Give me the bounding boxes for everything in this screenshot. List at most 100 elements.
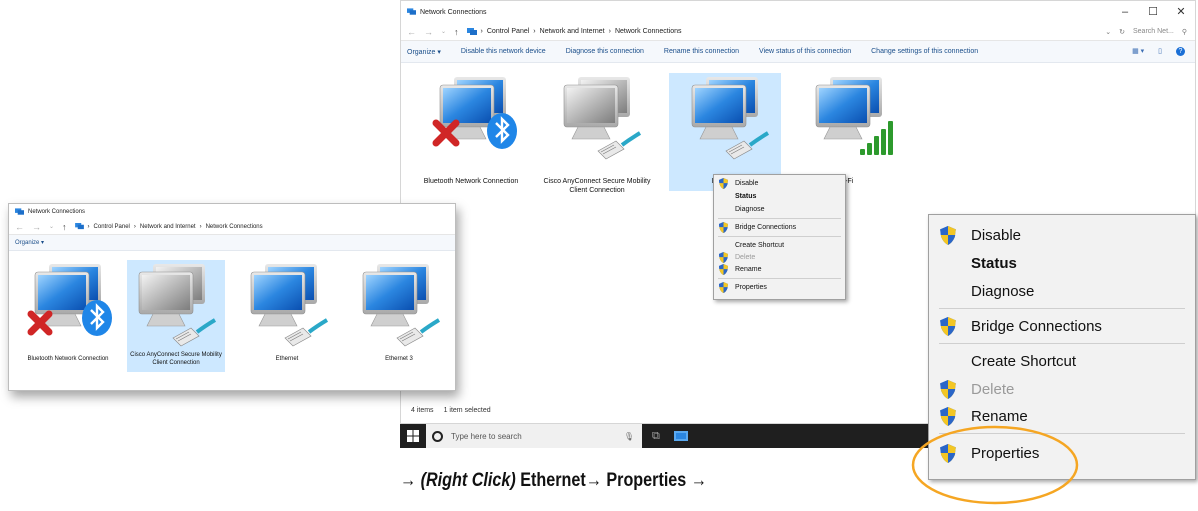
- windows-logo-icon: [407, 430, 419, 442]
- breadcrumb: › Control Panel › Network and Internet ›…: [74, 223, 263, 230]
- menu-item-delete: Delete: [714, 252, 845, 263]
- control-panel-icon: [74, 223, 84, 230]
- view-status-command[interactable]: View status of this connection: [759, 48, 851, 55]
- network-item-bluetooth[interactable]: Bluetooth Network Connection: [415, 73, 527, 191]
- ethernet-network-icon: [691, 76, 770, 161]
- menu-item-disable[interactable]: Disable: [714, 177, 845, 190]
- menu-item-create-shortcut[interactable]: Create Shortcut: [929, 347, 1195, 375]
- command-bar: Organize ▾ Disable this network device D…: [401, 41, 1195, 63]
- close-button[interactable]: ✕: [1167, 1, 1195, 23]
- item-count: 4 items: [411, 407, 434, 414]
- search-input[interactable]: Search Net...: [1133, 28, 1174, 35]
- breadcrumb: › Control Panel › Network and Internet ›…: [466, 27, 682, 36]
- dropdown-icon[interactable]: ⌄: [441, 28, 446, 35]
- shield-icon: [718, 282, 729, 293]
- arrow-icon: →: [400, 470, 417, 491]
- command-bar: Organize ▾: [9, 235, 455, 251]
- breadcrumb-network-connections[interactable]: Network Connections: [615, 28, 682, 35]
- breadcrumb-control-panel[interactable]: Control Panel: [487, 28, 529, 35]
- network-item-ethernet[interactable]: Ethernet: [237, 260, 337, 370]
- window-title: Network Connections: [420, 8, 487, 16]
- breadcrumb-network-connections[interactable]: Network Connections: [206, 224, 263, 230]
- caption-ethernet: Ethernet: [515, 470, 586, 491]
- control-panel-icon: [466, 27, 477, 35]
- organize-menu[interactable]: Organize ▾: [15, 239, 44, 246]
- title-bar: Network Connections: [9, 204, 455, 219]
- properties-highlight-ellipse: [911, 425, 1079, 505]
- context-menu-small: Disable Status Diagnose Bridge Connectio…: [713, 174, 846, 300]
- forward-arrow-icon[interactable]: →: [424, 27, 433, 37]
- cortana-circle-icon: [432, 430, 443, 442]
- menu-item-diagnose[interactable]: Diagnose: [929, 277, 1195, 305]
- network-connections-window-small: Network Connections ← → ⌄ ↑ › Control Pa…: [8, 203, 456, 391]
- menu-item-diagnose[interactable]: Diagnose: [714, 203, 845, 216]
- window-title: Network Connections: [28, 208, 86, 215]
- item-label: Bluetooth Network Connection: [27, 356, 109, 362]
- item-label: Cisco AnyConnect Secure Mobility Client …: [130, 352, 222, 366]
- menu-item-bridge[interactable]: Bridge Connections: [929, 312, 1195, 340]
- breadcrumb-network-internet[interactable]: Network and Internet: [140, 224, 196, 230]
- help-icon[interactable]: ?: [1176, 47, 1185, 56]
- network-item-bluetooth[interactable]: Bluetooth Network Connection: [13, 260, 123, 370]
- forward-arrow-icon[interactable]: →: [32, 222, 41, 232]
- menu-item-disable[interactable]: Disable: [929, 221, 1195, 249]
- item-label: Ethernet 3: [385, 356, 413, 362]
- microphone-icon[interactable]: 🎙: [624, 432, 634, 441]
- status-bar: 4 items 1 item selected: [411, 407, 491, 414]
- network-item-cisco[interactable]: Cisco AnyConnect Secure Mobility Client …: [541, 73, 653, 201]
- back-arrow-icon[interactable]: ←: [407, 27, 416, 37]
- view-options-icon[interactable]: ▦ ▾: [1132, 47, 1144, 56]
- file-explorer-icon[interactable]: [673, 431, 688, 441]
- arrow-icon: →: [585, 470, 602, 491]
- taskbar-search-text: Type here to search: [451, 431, 522, 441]
- menu-item-properties[interactable]: Properties: [714, 281, 845, 294]
- item-label: Ethernet: [275, 356, 299, 362]
- item-label: Cisco AnyConnect Secure Mobility Client …: [543, 178, 651, 195]
- item-label: Bluetooth Network Connection: [423, 178, 519, 185]
- refresh-icon[interactable]: ↻: [1119, 28, 1125, 36]
- address-bar: ← → ⌄ ↑ › Control Panel › Network and In…: [401, 23, 1195, 41]
- preview-pane-icon[interactable]: ▯: [1158, 47, 1162, 56]
- maximize-button[interactable]: ☐: [1139, 1, 1167, 23]
- menu-item-status[interactable]: Status: [714, 190, 845, 203]
- network-item-ethernet-3[interactable]: Ethernet 3: [349, 260, 449, 370]
- up-arrow-icon[interactable]: ↑: [62, 222, 67, 232]
- search-area: ⌄ ↻ Search Net... ⚲: [1105, 28, 1195, 36]
- up-arrow-icon[interactable]: ↑: [454, 27, 459, 37]
- wifi-network-icon: [815, 76, 893, 155]
- selected-count: 1 item selected: [443, 407, 491, 414]
- organize-menu[interactable]: Organize ▾: [407, 48, 441, 56]
- menu-item-status[interactable]: Status: [929, 249, 1195, 277]
- taskbar-search[interactable]: Type here to search 🎙: [426, 424, 642, 448]
- cisco-network-icon: [563, 76, 642, 161]
- bluetooth-network-icon: [27, 263, 112, 336]
- network-item-cisco[interactable]: Cisco AnyConnect Secure Mobility Client …: [127, 260, 225, 372]
- task-view-icon[interactable]: ⧉: [652, 430, 660, 443]
- rename-command[interactable]: Rename this connection: [664, 48, 739, 55]
- ethernet-network-icon: [250, 263, 329, 348]
- shield-icon: [718, 252, 729, 263]
- menu-item-delete: Delete: [929, 375, 1195, 403]
- network-icon: [407, 8, 416, 15]
- menu-item-bridge[interactable]: Bridge Connections: [714, 221, 845, 234]
- menu-item-rename[interactable]: Rename: [714, 263, 845, 276]
- arrow-icon: →: [690, 470, 707, 491]
- caption-right-click: (Right Click): [420, 470, 516, 491]
- menu-item-create-shortcut[interactable]: Create Shortcut: [714, 239, 845, 252]
- taskbar: Type here to search 🎙 ⧉: [400, 424, 935, 448]
- minimize-button[interactable]: –: [1111, 1, 1139, 23]
- dropdown-icon[interactable]: ⌄: [49, 223, 54, 230]
- chevron-down-icon[interactable]: ⌄: [1105, 28, 1111, 36]
- breadcrumb-control-panel[interactable]: Control Panel: [94, 224, 130, 230]
- search-icon[interactable]: ⚲: [1182, 28, 1187, 36]
- change-settings-command[interactable]: Change settings of this connection: [871, 48, 978, 55]
- start-button[interactable]: [400, 424, 426, 448]
- caption-properties: Properties: [601, 470, 691, 491]
- back-arrow-icon[interactable]: ←: [15, 222, 24, 232]
- shield-icon: [718, 178, 729, 189]
- breadcrumb-network-internet[interactable]: Network and Internet: [540, 28, 605, 35]
- disable-device-command[interactable]: Disable this network device: [461, 48, 546, 55]
- shield-icon: [940, 225, 956, 245]
- diagnose-command[interactable]: Diagnose this connection: [566, 48, 644, 55]
- ethernet-3-network-icon: [362, 263, 441, 348]
